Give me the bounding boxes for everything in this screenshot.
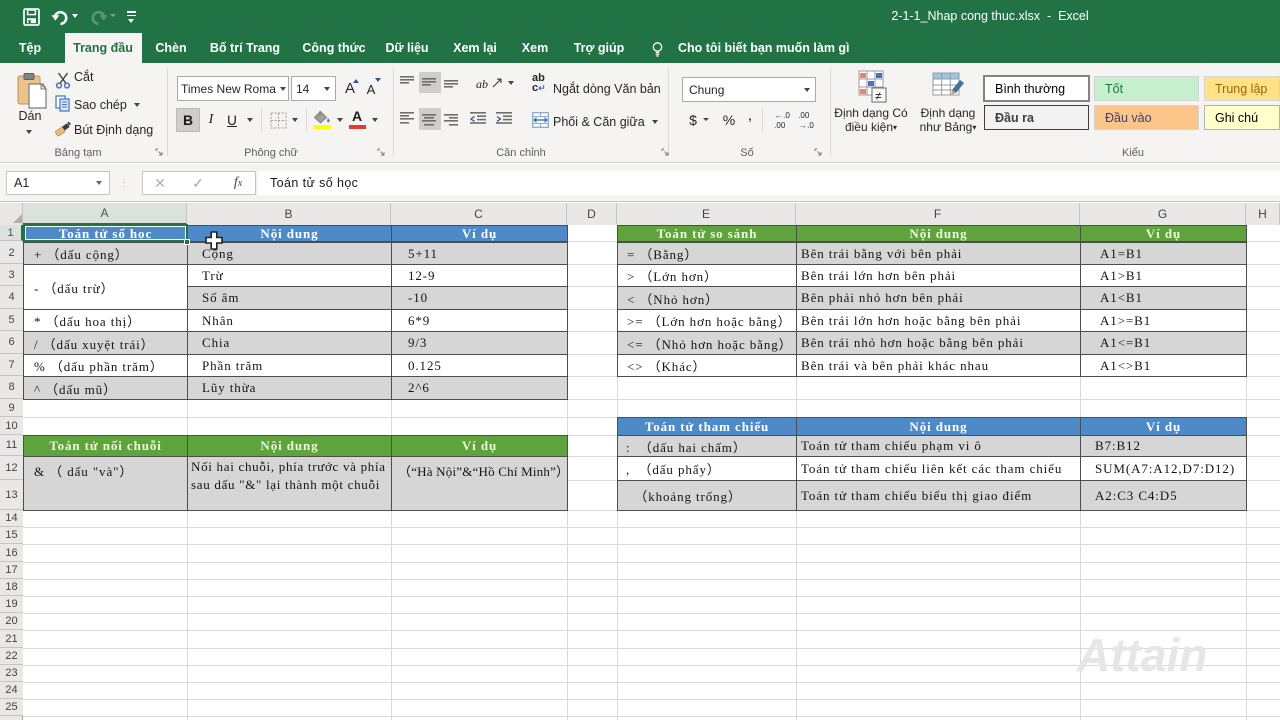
svg-text:≠: ≠ — [875, 89, 882, 103]
